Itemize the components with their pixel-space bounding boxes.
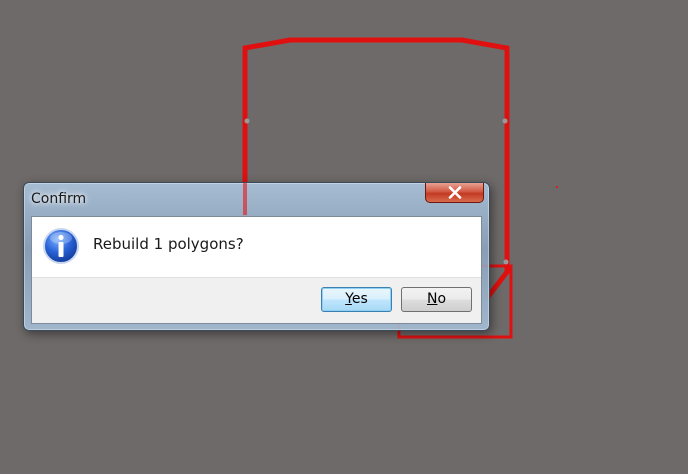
yes-button[interactable]: Yes [321,287,392,312]
no-button[interactable]: No [401,287,472,312]
dialog-body: Rebuild 1 polygons? Yes No [31,216,482,324]
polygon-vertex-handle[interactable] [503,259,509,265]
no-mnemonic: N [426,291,438,307]
confirm-dialog: Confirm Rebuild 1 polygons? Yes No [23,182,490,331]
no-label: o [437,291,447,307]
canvas-dot [556,186,558,188]
info-icon [43,228,79,264]
polygon-vertex-handle[interactable] [244,118,250,124]
message-area: Rebuild 1 polygons? [32,217,481,278]
dialog-titlebar[interactable]: Confirm [24,183,489,213]
close-button[interactable] [425,183,484,203]
yes-label: es [351,291,368,307]
dialog-message: Rebuild 1 polygons? [93,235,244,253]
yes-mnemonic: Y [345,291,352,307]
dialog-title: Confirm [31,191,87,207]
polygon-vertex-handle[interactable] [502,118,508,124]
close-icon [448,186,462,199]
